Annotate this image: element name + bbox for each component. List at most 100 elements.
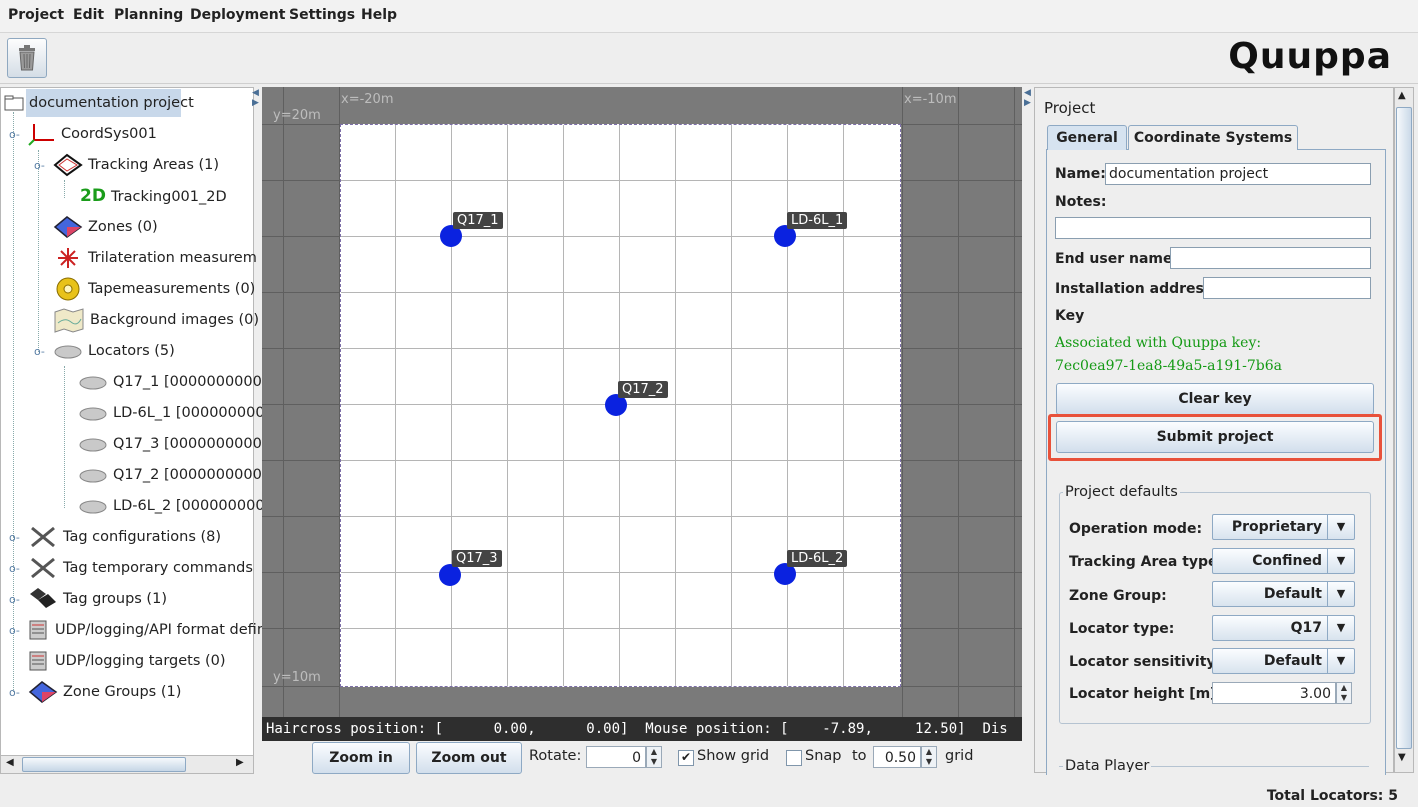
panel-title: Project	[1044, 99, 1096, 117]
installation-address-label: Installation address:	[1055, 281, 1218, 297]
footer-status-bar	[0, 775, 1418, 807]
locator-type-label: Locator type:	[1069, 621, 1175, 637]
locator-label: LD-6L_1	[787, 212, 848, 229]
grid-line	[341, 628, 900, 629]
tree-node-coordsys[interactable]: CoordSys001	[28, 121, 157, 147]
menu-edit[interactable]: Edit	[73, 7, 104, 23]
tree-node-locator-item[interactable]: Q17_3 [000000000000	[78, 431, 280, 457]
show-grid-checkbox[interactable]: ✔	[678, 750, 694, 766]
menu-settings[interactable]: Settings	[289, 7, 355, 23]
locator-height-stepper[interactable]: ▲ ▼	[1336, 682, 1352, 704]
tracking-area-type-value: Confined	[1252, 553, 1322, 569]
notes-field[interactable]	[1055, 217, 1371, 239]
splitter-arrows-icon[interactable]: ◀ ▶	[252, 88, 259, 108]
tree-label: CoordSys001	[61, 126, 157, 142]
zone-group-label: Zone Group:	[1069, 588, 1167, 604]
scroll-right-icon[interactable]: ▶	[236, 757, 244, 768]
locator-type-value: Q17	[1290, 620, 1322, 636]
tree-node-tapemeasurements[interactable]: Tapemeasurements (0)	[53, 276, 255, 302]
tree-node-locator-item[interactable]: LD-6L_2 [000000000	[78, 493, 265, 519]
grid-line	[395, 125, 396, 686]
scroll-up-icon[interactable]: ▲	[1398, 90, 1406, 101]
axes-icon	[28, 124, 54, 146]
snap-stepper[interactable]: ▲ ▼	[921, 746, 937, 768]
notes-label: Notes:	[1055, 194, 1107, 210]
collapse-handle[interactable]: o-	[34, 159, 45, 172]
tree-node-tracking-item[interactable]: 2D Tracking001_2D	[80, 183, 227, 209]
grid-line	[787, 125, 788, 686]
locator-icon	[79, 469, 107, 483]
trash-button[interactable]	[7, 38, 47, 78]
grid-line	[507, 125, 508, 686]
clear-key-button[interactable]: Clear key	[1056, 383, 1374, 415]
tree-node-locator-item[interactable]: Q17_2 [000000000000	[78, 462, 280, 488]
tree-node-locators[interactable]: Locators (5)	[53, 338, 175, 364]
project-defaults-title: Project defaults	[1063, 484, 1180, 500]
rotate-stepper[interactable]: ▲ ▼	[646, 746, 662, 768]
tree-label: Background images (0)	[90, 312, 259, 328]
tree-node-tag-groups[interactable]: Tag groups (1)	[28, 586, 167, 612]
tree-node-udp-format[interactable]: UDP/logging/API format defin	[28, 617, 266, 643]
snap-checkbox[interactable]	[786, 750, 802, 766]
tree-node-trilateration[interactable]: Trilateration measurem	[53, 245, 257, 271]
zoom-out-button[interactable]: Zoom out	[416, 742, 522, 774]
splitter-arrows-icon[interactable]: ◀ ▶	[1024, 88, 1031, 108]
zone-group-select[interactable]: Default ▼	[1212, 581, 1355, 607]
expand-handle[interactable]: o-	[9, 562, 20, 575]
collapse-handle[interactable]: o-	[34, 345, 45, 358]
expand-handle[interactable]: o-	[9, 593, 20, 606]
collapse-handle[interactable]: o-	[9, 128, 20, 141]
tab-general[interactable]: General	[1047, 125, 1127, 150]
zoom-in-button[interactable]: Zoom in	[312, 742, 410, 774]
tree-node-tag-temporary[interactable]: Tag temporary commands	[28, 555, 253, 581]
expand-handle[interactable]: o-	[9, 624, 20, 637]
operation-mode-select[interactable]: Proprietary ▼	[1212, 514, 1355, 540]
tracking-area-type-select[interactable]: Confined ▼	[1212, 548, 1355, 574]
end-user-label: End user name:	[1055, 251, 1179, 267]
snap-value-input[interactable]: 0.50	[873, 746, 921, 768]
tree-node-zone-groups[interactable]: Zone Groups (1)	[28, 679, 181, 705]
snap-to-label: to	[852, 748, 867, 764]
tree-label: Q17_2 [000000000000	[113, 467, 281, 483]
tree-node-locator-item[interactable]: LD-6L_1 [000000000	[78, 400, 265, 426]
grid-line	[341, 292, 900, 293]
menu-planning[interactable]: Planning	[114, 7, 183, 23]
tree-node-tag-configurations[interactable]: Tag configurations (8)	[28, 524, 221, 550]
quuppa-logo: Quuppa	[1228, 36, 1392, 77]
rotate-input[interactable]: 0	[586, 746, 646, 768]
tree-node-background-images[interactable]: Background images (0)	[53, 307, 259, 333]
locator-type-select[interactable]: Q17 ▼	[1212, 615, 1355, 641]
expand-handle[interactable]: o-	[9, 531, 20, 544]
tree-label: Q17_3 [000000000000	[113, 436, 281, 452]
tree-node-zones[interactable]: Zones (0)	[53, 214, 158, 240]
scrollbar-thumb[interactable]	[1396, 107, 1412, 749]
grid-line	[341, 180, 900, 181]
zone-icon	[53, 216, 83, 238]
end-user-field[interactable]	[1170, 247, 1371, 269]
scroll-down-icon[interactable]: ▼	[1398, 752, 1406, 763]
installation-address-field[interactable]	[1203, 277, 1371, 299]
tree-label: documentation project	[29, 95, 194, 111]
scroll-left-icon[interactable]: ◀	[6, 757, 14, 768]
scrollbar-thumb[interactable]	[22, 757, 186, 772]
tree-label: Trilateration measurem	[88, 250, 257, 266]
locator-marker[interactable]	[439, 564, 461, 586]
tree-label: Tracking Areas (1)	[88, 157, 220, 173]
expand-handle[interactable]: o-	[9, 686, 20, 699]
locator-sensitivity-select[interactable]: Default ▼	[1212, 648, 1355, 674]
menu-project[interactable]: Project	[8, 7, 64, 23]
tree-label: Q17_1 [000000000000	[113, 374, 281, 390]
menu-deployment[interactable]: Deployment	[190, 7, 285, 23]
tree-node-udp-targets[interactable]: UDP/logging targets (0)	[28, 648, 226, 674]
name-field[interactable]: documentation project	[1105, 163, 1371, 185]
tree-node-project[interactable]: documentation project	[4, 90, 194, 116]
tree-node-locator-item[interactable]: Q17_1 [000000000000	[78, 369, 280, 395]
grid-line	[563, 125, 564, 686]
submit-project-button[interactable]: Submit project	[1056, 421, 1374, 453]
tracking-area-icon	[53, 153, 83, 177]
locator-height-input[interactable]: 3.00	[1212, 682, 1336, 704]
locator-label: LD-6L_2	[787, 550, 848, 567]
tab-coordinate-systems[interactable]: Coordinate Systems	[1128, 125, 1298, 150]
menu-help[interactable]: Help	[361, 7, 397, 23]
tree-node-tracking-areas[interactable]: Tracking Areas (1)	[53, 152, 219, 178]
